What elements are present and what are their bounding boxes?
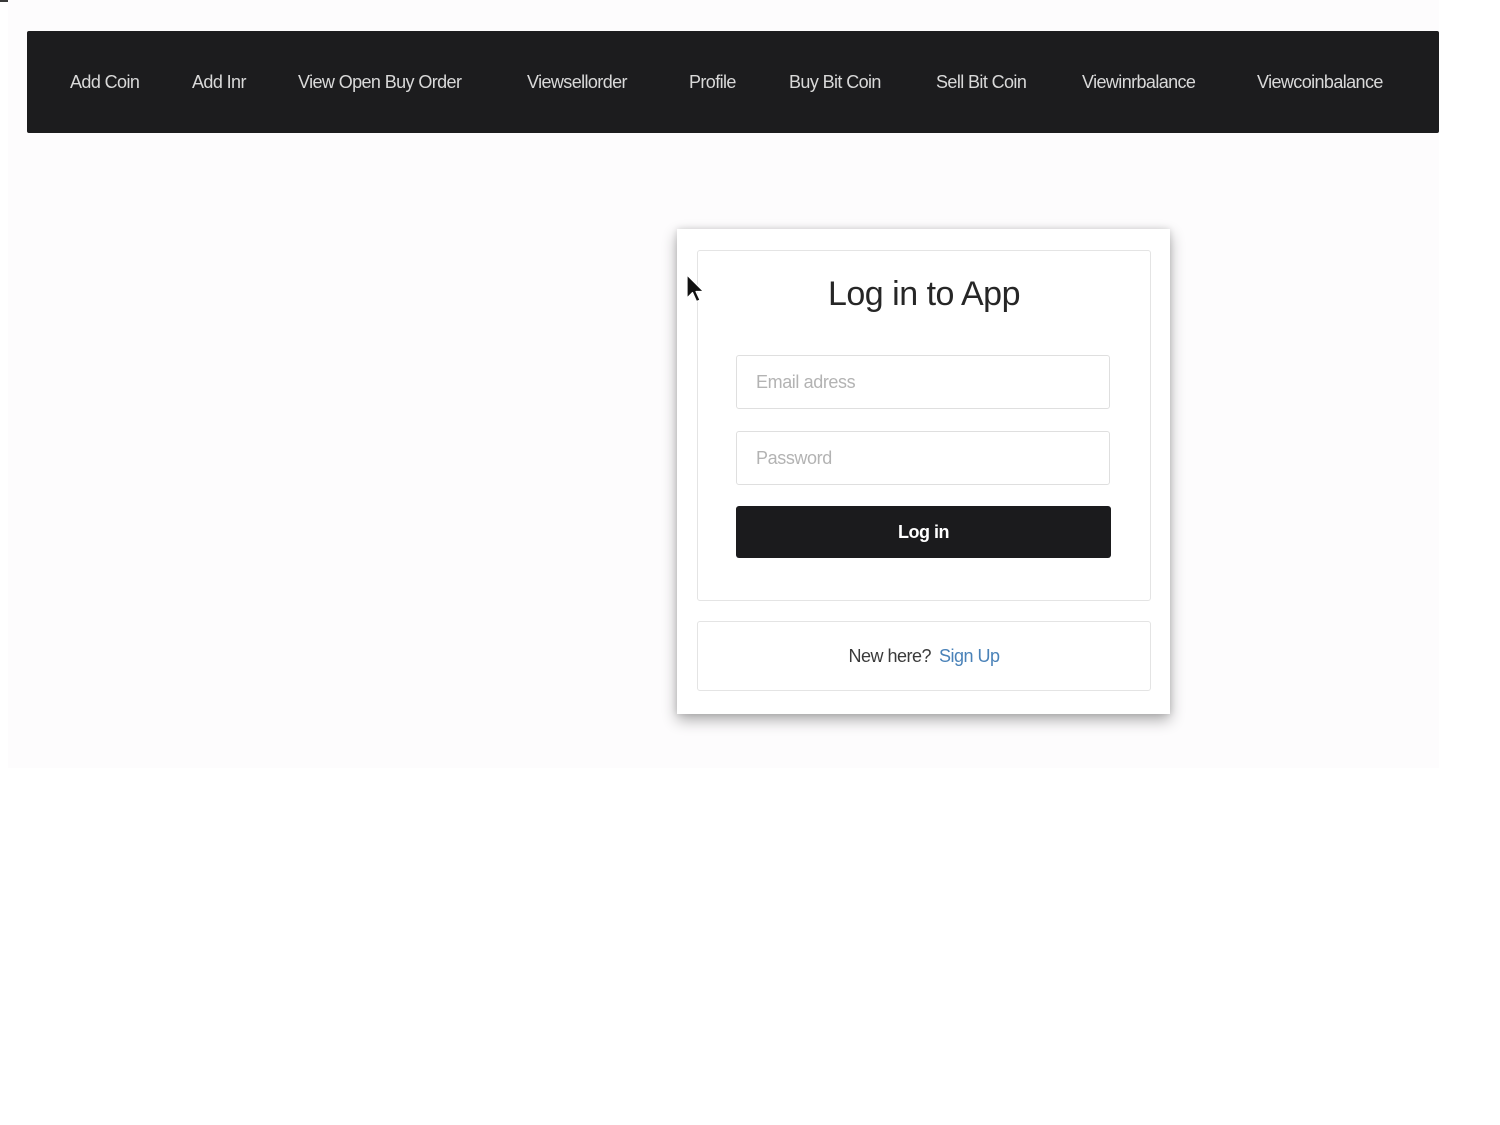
login-panel: Log in to App Log in New here? Sign Up — [677, 229, 1170, 714]
login-title: Log in to App — [827, 275, 1021, 313]
nav-item-profile[interactable]: Profile — [689, 31, 736, 133]
mouse-pointer-icon — [686, 274, 705, 303]
signup-prompt: New here? — [848, 646, 931, 666]
signup-box: New here? Sign Up — [697, 621, 1151, 691]
nav-item-sell-bit-coin[interactable]: Sell Bit Coin — [936, 31, 1027, 133]
nav-item-buy-bit-coin[interactable]: Buy Bit Coin — [789, 31, 881, 133]
nav-item-add-coin[interactable]: Add Coin — [70, 31, 140, 133]
top-navbar: Add Coin Add Inr View Open Buy Order Vie… — [27, 31, 1439, 133]
signup-link[interactable]: Sign Up — [939, 646, 1000, 666]
login-form: Log in to App Log in — [697, 250, 1151, 601]
password-input[interactable] — [736, 431, 1110, 485]
nav-item-view-open-buy-order[interactable]: View Open Buy Order — [298, 31, 462, 133]
nav-item-add-inr[interactable]: Add Inr — [192, 31, 246, 133]
nav-item-view-inr-balance[interactable]: Viewinrbalance — [1082, 31, 1196, 133]
nav-item-view-sell-order[interactable]: Viewsellorder — [527, 31, 628, 133]
nav-item-view-coin-balance[interactable]: Viewcoinbalance — [1257, 31, 1383, 133]
email-input[interactable] — [736, 355, 1110, 409]
login-button[interactable]: Log in — [736, 506, 1111, 558]
